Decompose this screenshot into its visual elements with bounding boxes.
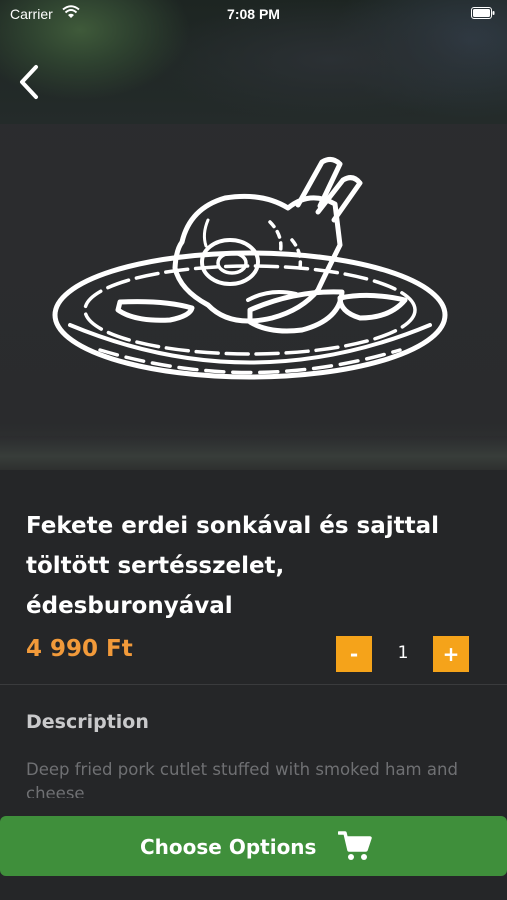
back-button[interactable] <box>14 62 48 102</box>
chevron-left-icon <box>20 65 38 99</box>
dish-illustration <box>52 156 448 380</box>
status-time: 7:08 PM <box>227 6 280 22</box>
description-text: Deep fried pork cutlet stuffed with smok… <box>26 760 458 798</box>
product-title-line: édesburonyával <box>26 593 233 619</box>
product-title: Fekete erdei sonkával és sajttal töltött… <box>26 506 486 626</box>
status-bar: Carrier 7:08 PM <box>0 0 507 28</box>
description-heading: Description <box>26 711 149 733</box>
quantity-value: 1 <box>397 643 409 663</box>
product-title-line: Fekete erdei sonkával és sajttal <box>26 513 440 539</box>
divider <box>0 684 507 685</box>
product-price: 4 990 Ft <box>26 636 133 662</box>
hero-photo-bottom <box>0 436 507 470</box>
choose-options-button[interactable]: Choose Options <box>0 816 507 876</box>
choose-options-label: Choose Options <box>140 835 317 859</box>
battery-icon <box>471 7 495 19</box>
hero-image <box>0 0 507 470</box>
shopping-cart-icon <box>338 831 372 860</box>
product-title-line: töltött sertésszelet, <box>26 553 285 579</box>
quantity-decrease-button[interactable]: - <box>336 636 372 672</box>
quantity-increase-button[interactable]: + <box>433 636 469 672</box>
